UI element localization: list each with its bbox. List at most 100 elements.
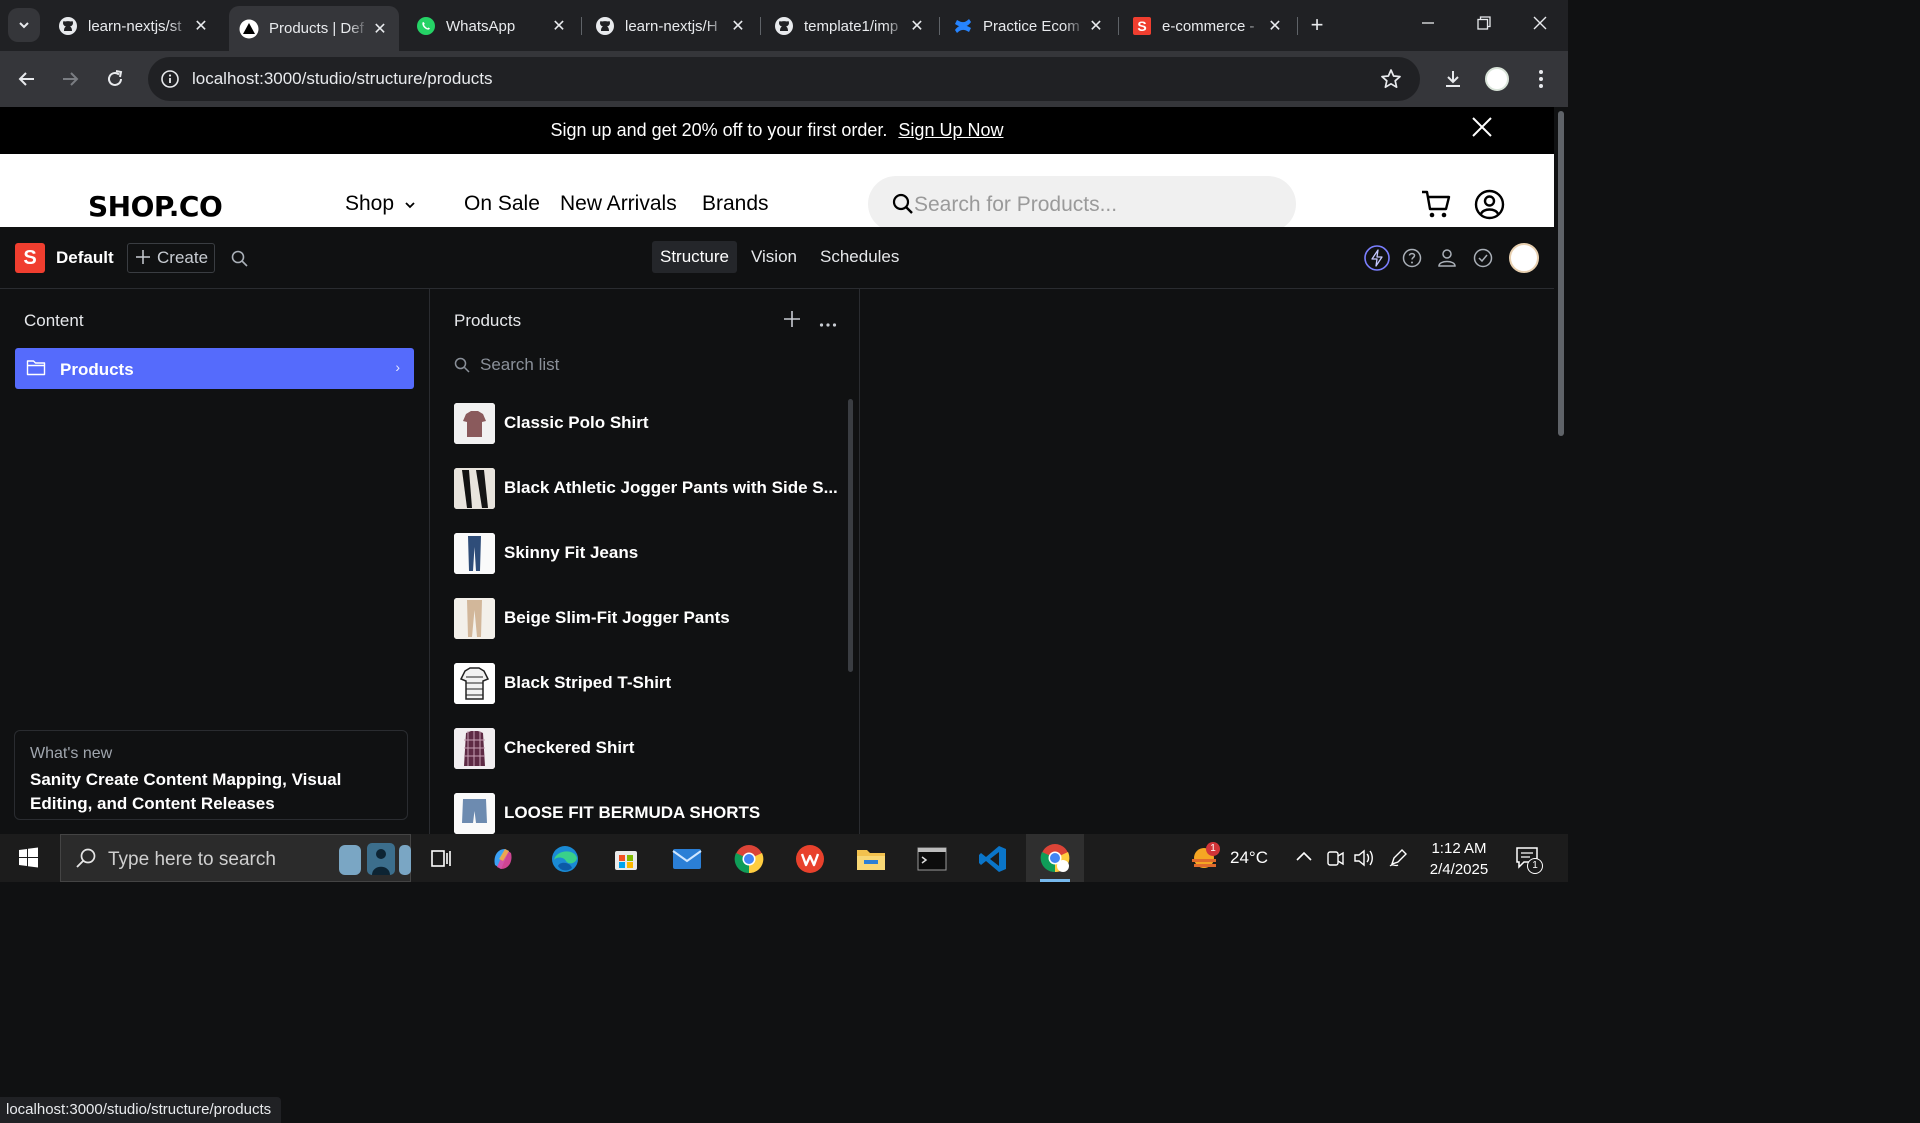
close-tab-icon[interactable]: ✕ — [1264, 16, 1286, 36]
pane-menu-button[interactable] — [819, 315, 837, 333]
studio-navbar: S Default Create Structure Vision Schedu… — [0, 227, 1554, 289]
product-name: Checkered Shirt — [504, 738, 635, 757]
workspace-name[interactable]: Default — [56, 248, 114, 268]
members-button[interactable] — [1434, 245, 1460, 271]
clock-time: 1:12 AM — [1431, 840, 1487, 857]
close-tab-icon[interactable]: ✕ — [548, 16, 570, 36]
browser-tab-whatsapp[interactable]: WhatsApp ✕ — [406, 8, 578, 44]
back-button[interactable] — [11, 63, 43, 95]
weather-temperature[interactable]: 24°C — [1230, 848, 1268, 868]
restore-button[interactable] — [1461, 10, 1507, 40]
tab-title: learn-nextjs/H — [625, 17, 718, 35]
taskbar-vscode[interactable] — [976, 842, 1010, 876]
list-item[interactable]: Classic Polo Shirt — [454, 397, 834, 453]
product-name: Classic Polo Shirt — [504, 413, 649, 432]
list-item[interactable]: Beige Slim-Fit Jogger Pants — [454, 592, 834, 648]
help-button[interactable] — [1399, 245, 1425, 271]
close-tab-icon[interactable]: ✕ — [906, 16, 928, 36]
volume-icon[interactable] — [1353, 848, 1375, 873]
sign-up-link[interactable]: Sign Up Now — [898, 120, 1003, 140]
close-tab-icon[interactable]: ✕ — [190, 16, 212, 36]
nav-new-arrivals[interactable]: New Arrivals — [560, 192, 677, 216]
nav-shop[interactable]: Shop — [345, 192, 416, 216]
taskbar-search-input[interactable]: Type here to search — [60, 834, 411, 882]
weather-widget[interactable]: 1 — [1190, 842, 1222, 877]
minimize-button[interactable] — [1405, 10, 1451, 40]
taskbar-store[interactable] — [609, 842, 643, 876]
tasks-button[interactable] — [1470, 245, 1496, 271]
close-tab-icon[interactable]: ✕ — [1085, 16, 1107, 36]
browser-tab-sanity[interactable]: S e-commerce - ✕ — [1122, 8, 1294, 44]
list-item[interactable]: Black Striped T-Shirt — [454, 657, 834, 713]
close-tab-icon[interactable]: ✕ — [727, 16, 749, 36]
browser-toolbar: localhost:3000/studio/structure/products — [0, 51, 1568, 107]
nav-on-sale[interactable]: On Sale — [464, 192, 540, 216]
site-info-icon[interactable] — [160, 69, 180, 94]
browser-tab-practice-ecom[interactable]: Practice Ecom ✕ — [943, 8, 1115, 44]
chevron-up-icon[interactable] — [1295, 849, 1313, 868]
chrome-menu-button[interactable] — [1525, 63, 1557, 95]
task-view-button[interactable] — [424, 842, 458, 876]
page-scrollbar[interactable] — [1554, 107, 1568, 834]
sidebar-item-products[interactable]: Products › — [15, 348, 414, 389]
list-item[interactable]: Black Athletic Jogger Pants with Side S.… — [454, 462, 838, 518]
windows-icon — [19, 847, 38, 868]
new-tab-button[interactable]: + — [1304, 12, 1330, 38]
chevron-right-icon: › — [395, 359, 400, 375]
tab-vision[interactable]: Vision — [743, 241, 805, 273]
page-scrollbar-thumb[interactable] — [1558, 111, 1564, 436]
list-item[interactable]: Checkered Shirt — [454, 722, 834, 778]
product-search-input[interactable]: Search for Products... — [868, 176, 1296, 232]
tab-schedules[interactable]: Schedules — [812, 241, 907, 273]
browser-tab-github-2[interactable]: learn-nextjs/H ✕ — [585, 8, 757, 44]
user-avatar[interactable] — [1508, 242, 1540, 274]
browser-tab-products-active[interactable]: Products | Def ✕ — [229, 6, 399, 51]
star-icon[interactable] — [1380, 68, 1402, 95]
search-list-placeholder: Search list — [480, 355, 560, 374]
updates-button[interactable] — [1364, 245, 1390, 271]
sanity-logo[interactable]: S — [15, 243, 45, 273]
taskbar-terminal[interactable] — [915, 842, 949, 876]
tab-search-menu-button[interactable] — [8, 8, 40, 42]
product-thumbnail — [454, 403, 495, 444]
taskbar-wps[interactable] — [793, 842, 827, 876]
close-window-button[interactable] — [1517, 10, 1563, 40]
whatsapp-icon — [416, 16, 436, 36]
downloads-button[interactable] — [1437, 63, 1469, 95]
notification-center-button[interactable]: 1 — [1515, 846, 1543, 875]
tab-structure[interactable]: Structure — [652, 241, 737, 273]
pen-icon[interactable] — [1388, 848, 1408, 873]
browser-tab-github-3[interactable]: template1/imp ✕ — [764, 8, 936, 44]
taskbar-chrome[interactable] — [732, 842, 766, 876]
address-bar[interactable]: localhost:3000/studio/structure/products — [148, 57, 1420, 101]
search-placeholder: Search for Products... — [914, 193, 1118, 216]
close-tab-icon[interactable]: ✕ — [369, 19, 391, 39]
whats-new-card[interactable]: What's new Sanity Create Content Mapping… — [14, 730, 408, 820]
taskbar-mail[interactable] — [670, 842, 704, 876]
taskbar-edge[interactable] — [548, 842, 582, 876]
site-logo[interactable]: SHOP.CO — [88, 190, 223, 223]
taskbar-copilot[interactable] — [486, 842, 520, 876]
banner-close-button[interactable] — [1468, 115, 1496, 143]
taskbar-clock[interactable]: 1:12 AM 2/4/2025 — [1418, 838, 1500, 880]
list-item[interactable]: Skinny Fit Jeans — [454, 527, 834, 583]
browser-tab-github-1[interactable]: learn-nextjs/st ✕ — [48, 8, 220, 44]
account-icon[interactable] — [1474, 189, 1505, 225]
list-scrollbar[interactable] — [848, 399, 853, 672]
nav-brands[interactable]: Brands — [702, 192, 769, 216]
create-button[interactable]: Create — [127, 243, 215, 273]
start-button[interactable] — [8, 842, 50, 874]
add-document-button[interactable] — [782, 309, 802, 334]
meet-now-icon[interactable] — [1325, 848, 1345, 873]
taskbar-file-explorer[interactable] — [854, 842, 888, 876]
forward-button[interactable] — [54, 63, 86, 95]
cart-icon[interactable] — [1420, 189, 1452, 224]
chevron-down-icon — [405, 202, 415, 209]
studio-search-icon[interactable] — [231, 250, 248, 272]
weather-badge: 1 — [1206, 842, 1220, 856]
reload-button[interactable] — [99, 63, 131, 95]
taskbar-chrome-active[interactable] — [1026, 834, 1084, 882]
lightning-icon — [1364, 245, 1390, 271]
search-highlight-illustration — [337, 837, 411, 886]
profile-avatar-button[interactable] — [1481, 63, 1513, 95]
